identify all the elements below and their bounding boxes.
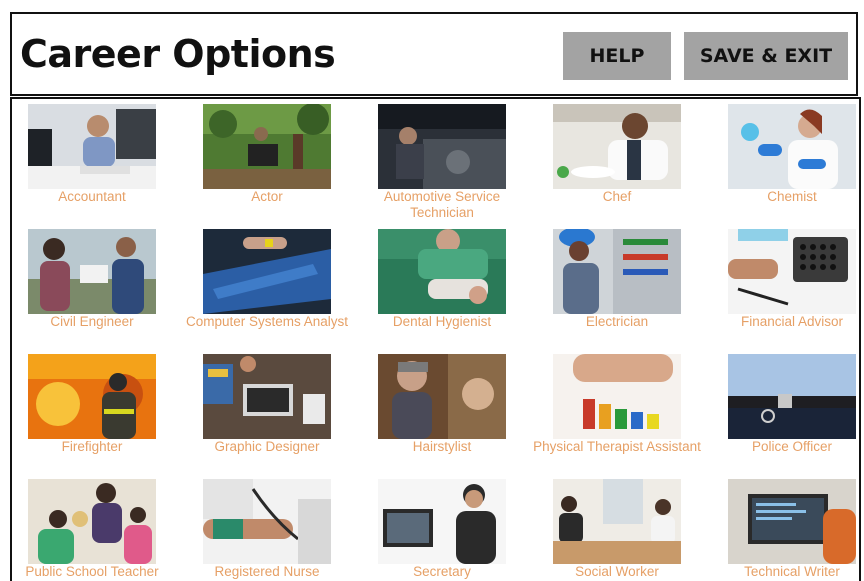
financial-advisor-photo <box>728 229 856 314</box>
career-label: Dental Hygienist <box>392 314 492 329</box>
secretary-photo <box>378 479 506 564</box>
career-card-automotive-service-technician[interactable]: Automotive Service Technician <box>362 104 522 226</box>
career-card-hairstylist[interactable]: Hairstylist <box>362 354 522 476</box>
career-label: Automotive Service Technician <box>383 189 501 220</box>
career-label: Civil Engineer <box>50 314 134 329</box>
civil-engineer-photo <box>28 229 156 314</box>
graphic-designer-photo <box>203 354 331 439</box>
dental-hygienist-photo <box>378 229 506 314</box>
firefighter-photo <box>28 354 156 439</box>
teacher-photo <box>28 479 156 564</box>
career-card-financial-advisor[interactable]: Financial Advisor <box>712 229 859 351</box>
career-card-firefighter[interactable]: Firefighter <box>12 354 172 476</box>
career-card-technical-writer[interactable]: Technical Writer <box>712 479 859 581</box>
chemist-photo <box>728 104 856 189</box>
career-card-civil-engineer[interactable]: Civil Engineer <box>12 229 172 351</box>
career-card-registered-nurse[interactable]: Registered Nurse <box>187 479 347 581</box>
career-label: Hairstylist <box>412 439 472 454</box>
career-card-chemist[interactable]: Chemist <box>712 104 859 226</box>
career-card-physical-therapist-assistant[interactable]: Physical Therapist Assistant <box>533 354 701 476</box>
career-label: Computer Systems Analyst <box>185 314 349 329</box>
career-card-social-worker[interactable]: Social Worker <box>537 479 697 581</box>
career-label: Police Officer <box>751 439 833 454</box>
career-label: Secretary <box>413 564 471 579</box>
career-card-police-officer[interactable]: Police Officer <box>712 354 859 476</box>
career-label: Registered Nurse <box>214 564 320 579</box>
career-card-public-school-teacher[interactable]: Public School Teacher <box>12 479 172 581</box>
save-and-exit-button[interactable]: SAVE & EXIT <box>684 32 848 80</box>
career-label: Chemist <box>767 189 817 204</box>
career-label: Graphic Designer <box>214 439 320 454</box>
career-label: Physical Therapist Assistant <box>533 439 701 454</box>
page-title: Career Options <box>20 32 336 76</box>
career-grid: Accountant Actor Automotive Service Tech… <box>10 97 861 581</box>
mechanic-photo <box>378 104 506 189</box>
police-officer-photo <box>728 354 856 439</box>
career-card-graphic-designer[interactable]: Graphic Designer <box>187 354 347 476</box>
actor-photo <box>203 104 331 189</box>
career-label: Electrician <box>585 314 649 329</box>
career-label: Social Worker <box>575 564 659 579</box>
career-label: Accountant <box>58 189 126 204</box>
career-label: Technical Writer <box>744 564 840 579</box>
career-card-actor[interactable]: Actor <box>187 104 347 226</box>
career-label: Chef <box>602 189 632 204</box>
career-label: Actor <box>251 189 283 204</box>
career-card-accountant[interactable]: Accountant <box>12 104 172 226</box>
career-card-chef[interactable]: Chef <box>537 104 697 226</box>
career-card-dental-hygienist[interactable]: Dental Hygienist <box>362 229 522 351</box>
electrician-photo <box>553 229 681 314</box>
career-label: Financial Advisor <box>740 314 844 329</box>
registered-nurse-photo <box>203 479 331 564</box>
physical-therapist-photo <box>553 354 681 439</box>
technical-writer-photo <box>728 479 856 564</box>
career-card-computer-systems-analyst[interactable]: Computer Systems Analyst <box>186 229 348 351</box>
career-label: Public School Teacher <box>25 564 159 579</box>
hairstylist-photo <box>378 354 506 439</box>
accountant-photo <box>28 104 156 189</box>
page-header: Career Options HELP SAVE & EXIT <box>10 12 858 96</box>
career-card-secretary[interactable]: Secretary <box>362 479 522 581</box>
social-worker-photo <box>553 479 681 564</box>
computer-systems-analyst-photo <box>203 229 331 314</box>
chef-photo <box>553 104 681 189</box>
help-button[interactable]: HELP <box>563 32 671 80</box>
career-label: Firefighter <box>61 439 123 454</box>
career-card-electrician[interactable]: Electrician <box>537 229 697 351</box>
